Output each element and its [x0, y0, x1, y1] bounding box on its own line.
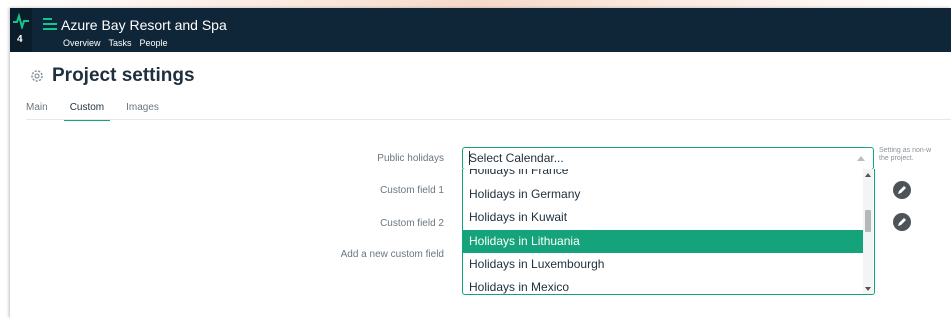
- calendar-select-value: Select Calendar...: [469, 151, 564, 165]
- page-title: Project settings: [52, 65, 195, 86]
- scroll-up-arrow-icon[interactable]: [865, 173, 871, 177]
- custom-field-2-label: Custom field 2: [380, 218, 444, 229]
- edit-custom-field-2-button[interactable]: [893, 213, 911, 231]
- top-navbar: 4 Azure Bay Resort and Spa Overview Task…: [10, 8, 951, 52]
- dropdown-option-selected[interactable]: Holidays in Lithuania: [463, 230, 863, 253]
- edit-custom-field-1-button[interactable]: [893, 181, 911, 199]
- chevron-up-icon[interactable]: [857, 156, 865, 161]
- tab-images[interactable]: Images: [126, 100, 159, 121]
- nav-overview[interactable]: Overview: [63, 38, 101, 48]
- help-text-line-1: Setting as non-w: [879, 147, 932, 154]
- app-badge[interactable]: 4: [10, 8, 32, 52]
- tab-main[interactable]: Main: [26, 100, 48, 121]
- calendar-dropdown-list: Holidays in France Holidays in Germany H…: [462, 169, 875, 295]
- hamburger-icon[interactable]: [43, 18, 57, 30]
- scrollbar-thumb[interactable]: [865, 210, 871, 232]
- pulse-icon: [13, 13, 29, 29]
- project-name[interactable]: Azure Bay Resort and Spa: [61, 17, 227, 33]
- pencil-icon: [898, 218, 906, 226]
- help-text-line-2: the project.: [879, 155, 914, 162]
- dropdown-option[interactable]: Holidays in France: [463, 169, 863, 182]
- dropdown-option[interactable]: Holidays in Luxembourgh: [463, 253, 863, 276]
- dropdown-option[interactable]: Holidays in Kuwait: [463, 206, 863, 229]
- nav-people[interactable]: People: [140, 38, 168, 48]
- custom-field-1-label: Custom field 1: [380, 185, 444, 196]
- nav-tasks[interactable]: Tasks: [109, 38, 132, 48]
- background-strip: [0, 0, 951, 8]
- pencil-icon: [898, 186, 906, 194]
- dropdown-option[interactable]: Holidays in Germany: [463, 183, 863, 206]
- tab-custom[interactable]: Custom: [63, 100, 111, 121]
- help-text: Setting as non-w the project.: [879, 147, 931, 163]
- calendar-select[interactable]: Select Calendar...: [462, 147, 874, 170]
- add-custom-field-label[interactable]: Add a new custom field: [244, 249, 444, 260]
- tabs-divider: [26, 119, 951, 120]
- scroll-down-arrow-icon[interactable]: [865, 287, 871, 291]
- public-holidays-label: Public holidays: [377, 153, 444, 164]
- project-nav: Overview Tasks People: [63, 38, 168, 48]
- dropdown-scrollbar[interactable]: [863, 169, 873, 294]
- notification-count: 4: [17, 34, 23, 45]
- gear-icon: [31, 70, 43, 82]
- settings-tabs: Main Custom Images: [26, 100, 181, 121]
- dropdown-option[interactable]: Holidays in Mexico: [463, 276, 863, 294]
- app-window: 4 Azure Bay Resort and Spa Overview Task…: [10, 8, 951, 318]
